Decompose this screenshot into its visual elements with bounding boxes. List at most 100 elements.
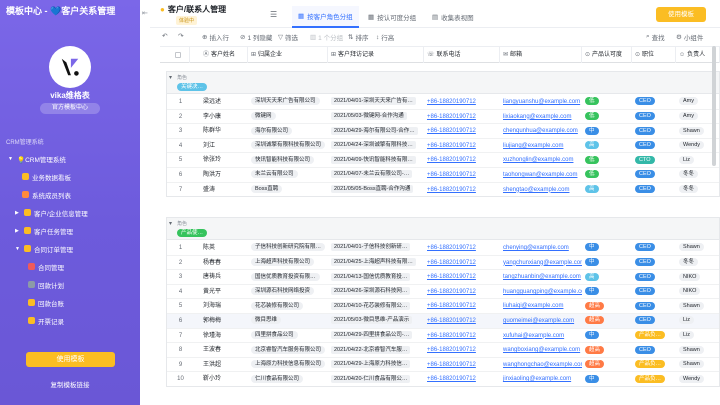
cell-company[interactable]: 深圳天天来广告有限公司	[248, 95, 328, 109]
cell-email[interactable]: tangzhuanbin@example.com	[500, 270, 582, 284]
cell-name[interactable]: 梁远述	[200, 95, 244, 109]
cell-role[interactable]: CEO	[632, 124, 676, 138]
cell-visit[interactable]: 2021/05/03-微目思维-产品演示	[328, 314, 424, 328]
cell-company[interactable]: 国信优质教育投资有限…	[248, 270, 328, 284]
cell-phone[interactable]: +86-18820190712	[424, 95, 500, 109]
cell-company[interactable]: 北京睿智汽车服务有限公司	[248, 343, 328, 357]
cell-role[interactable]: CEO	[632, 299, 676, 313]
table-row[interactable]: 4 刘江 深圳诚擎有限科技有限公司 2021/04/24-深圳诚擎有限科技… +86-1…	[166, 139, 720, 154]
cell-phone[interactable]: +86-18820190712	[424, 183, 500, 197]
cell-level[interactable]: 高	[582, 183, 632, 197]
cell-phone[interactable]: +86-18820190712	[424, 256, 500, 270]
vertical-scrollbar[interactable]	[712, 46, 716, 166]
cell-role[interactable]: CEO	[632, 285, 676, 299]
cell-owner[interactable]: Liz	[676, 314, 720, 328]
cell-name[interactable]: 刘海瑞	[200, 299, 244, 313]
table-row[interactable]: 2 杨春春 上海超声科技有限公司 2021/04/25-上海超声科技有限… +86-18…	[166, 256, 720, 271]
cell-email[interactable]: lixiaokang@example.com	[500, 110, 582, 124]
cell-visit[interactable]: 2021/04/25-上海超声科技有限…	[328, 256, 424, 270]
sidebar-item-contract-mgmt[interactable]: 合同管理	[28, 261, 64, 272]
cell-name[interactable]: 李小康	[200, 110, 244, 124]
cell-n[interactable]: 1	[166, 241, 192, 255]
table-row[interactable]: 1 陈英 子信科技创新研究院有限… 2021/04/01-子信科技创新研… +86-18…	[166, 241, 720, 256]
row-height-button[interactable]: ↕ 行高	[376, 32, 394, 43]
cell-name[interactable]: 陈英	[200, 241, 244, 255]
cell-name[interactable]: 黄光平	[200, 285, 244, 299]
table-row[interactable]: 8 王波春 北京睿智汽车服务有限公司 2021/04/22-北京睿智汽车服… +86-1…	[166, 343, 720, 358]
column-header[interactable]: Ⓐ 客户姓名	[200, 47, 248, 63]
cell-level[interactable]: 中	[582, 241, 632, 255]
cell-level[interactable]: 低	[582, 153, 632, 167]
cell-name[interactable]: 陶洪万	[200, 168, 244, 182]
cell-phone[interactable]: +86-18820190712	[424, 110, 500, 124]
cell-role[interactable]: 产品负…	[632, 329, 676, 343]
cell-level[interactable]: 超高	[582, 343, 632, 357]
column-header[interactable]: ⊙ 产品认可度	[582, 47, 632, 63]
cell-name[interactable]: 王洪超	[200, 358, 244, 372]
cell-company[interactable]: 子信科技创新研究院有限…	[248, 241, 328, 255]
cell-company[interactable]: 未兰云有限公司	[248, 168, 328, 182]
cell-visit[interactable]: 2021/05/03-微键网-合作沟通	[328, 110, 424, 124]
table-row[interactable]: 5 刘海瑞 花芯装修有限公司 2021/04/10-花芯装修有限公… +86-18820…	[166, 299, 720, 314]
cell-n[interactable]: 2	[166, 110, 192, 124]
cell-level[interactable]: 低	[582, 168, 632, 182]
cell-email[interactable]: xufuhai@example.com	[500, 329, 582, 343]
sort-button[interactable]: ⇅ 排序	[348, 32, 368, 42]
cell-n[interactable]: 4	[166, 139, 192, 153]
group-button[interactable]: ▥ 1 个分组	[310, 32, 343, 42]
insert-row-button[interactable]: ⊕ 插入行	[202, 32, 229, 42]
filter-button[interactable]: ▽ 筛选	[278, 32, 298, 42]
hidden-fields-button[interactable]: ⊘ 1 列隐藏	[240, 32, 272, 42]
cell-company[interactable]: Boss直聘	[248, 183, 328, 197]
use-template-button[interactable]: 使用模板	[656, 7, 706, 22]
cell-owner[interactable]: 冬冬	[676, 183, 720, 197]
cell-level[interactable]: 高	[582, 139, 632, 153]
cell-owner[interactable]: Shawn	[676, 343, 720, 357]
cell-role[interactable]: CEO	[632, 270, 676, 284]
cell-phone[interactable]: +86-18820190712	[424, 299, 500, 313]
sidebar-item-dashboard[interactable]: 业务数据看板	[22, 171, 71, 182]
cell-email[interactable]: yangchunxiang@example.com	[500, 256, 582, 270]
cell-visit[interactable]: 2021/04/01-深圳天天来广告有…	[328, 95, 424, 109]
column-header[interactable]: ⊞ 归属企业	[248, 47, 328, 63]
table-row[interactable]: 7 盛涛 Boss直聘 2021/05/05-Boss直聘-合作沟通 +86-18820…	[166, 183, 720, 198]
table-row[interactable]: 5 徐张玲 快讯智能科技有限公司 2021/04/09-快讯智能科技有限… +86-18…	[166, 153, 720, 168]
cell-company[interactable]: 深圳诚擎有限科技有限公司	[248, 139, 328, 153]
widget-button[interactable]: ⚙ 小组件	[676, 32, 703, 42]
cell-phone[interactable]: +86-18820190712	[424, 285, 500, 299]
cell-level[interactable]: 低	[582, 110, 632, 124]
cell-email[interactable]: chenqunhua@example.com	[500, 124, 582, 138]
tab-by-acceptance[interactable]: ▦ 按认可度分组	[362, 6, 422, 28]
cell-company[interactable]: 四里拼食品公司	[248, 329, 328, 343]
search-button[interactable]: ⌕ 查找	[646, 32, 665, 42]
column-header[interactable]: ⊙ 职位	[632, 47, 676, 63]
cell-owner[interactable]: Shawn	[676, 241, 720, 255]
cell-owner[interactable]: Liz	[676, 329, 720, 343]
cell-visit[interactable]: 2021/04/29-海尔有限公司-合作…	[328, 124, 424, 138]
cell-company[interactable]: 花芯装修有限公司	[248, 299, 328, 313]
sidebar-item-invoices[interactable]: 开票记录	[28, 315, 64, 326]
copy-template-link[interactable]: 复制模板链接	[0, 379, 140, 389]
table-row[interactable]: 2 李小康 微键网 2021/05/03-微键网-合作沟通 +86-1882019071…	[166, 110, 720, 125]
cell-level[interactable]: 超高	[582, 299, 632, 313]
cell-level[interactable]: 中	[582, 256, 632, 270]
cell-n[interactable]: 1	[166, 95, 192, 109]
cell-visit[interactable]: 2021/04/29-上海原力科技信…	[328, 358, 424, 372]
cell-n[interactable]: 9	[166, 358, 192, 372]
cell-email[interactable]: wanghongchao@example.com	[500, 358, 582, 372]
cell-phone[interactable]: +86-18820190712	[424, 270, 500, 284]
redo-icon[interactable]: ↷	[178, 32, 183, 40]
sidebar-item-tasks[interactable]: ▶ 客户任务管理	[15, 225, 73, 236]
cell-n[interactable]: 4	[166, 285, 192, 299]
cell-company[interactable]: 海尔有限公司	[248, 124, 328, 138]
tab-form-view[interactable]: ▤ 收集表视图	[426, 6, 480, 28]
cell-name[interactable]: 盛涛	[200, 183, 244, 197]
cell-n[interactable]: 5	[166, 299, 192, 313]
cell-company[interactable]: 快讯智能科技有限公司	[248, 153, 328, 167]
sidebar-item-payment-ledger[interactable]: 回款台账	[28, 297, 64, 308]
cell-n[interactable]: 5	[166, 153, 192, 167]
cell-role[interactable]: CEO	[632, 314, 676, 328]
cell-owner[interactable]: 冬冬	[676, 256, 720, 270]
cell-owner[interactable]: Shawn	[676, 299, 720, 313]
tab-by-role[interactable]: ▦ 按客户角色分组	[292, 6, 359, 28]
